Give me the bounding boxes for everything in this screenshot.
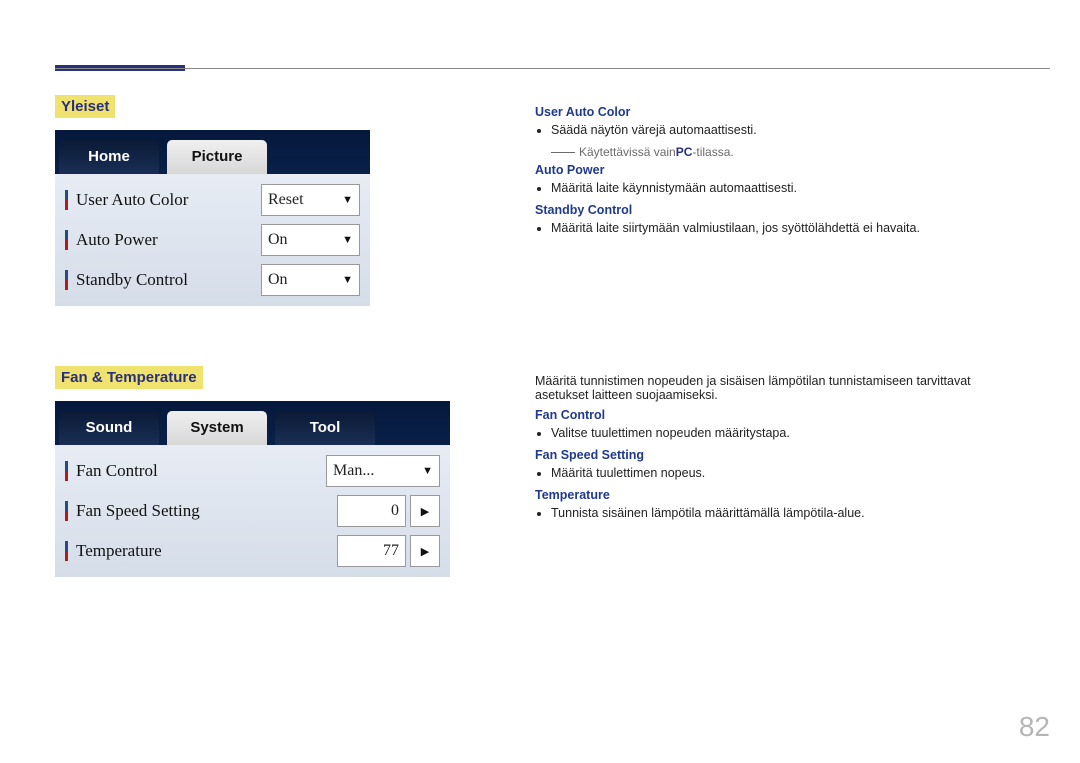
- note-dash-icon: [551, 152, 575, 153]
- tab-tool[interactable]: Tool: [275, 411, 375, 445]
- select-standby-control[interactable]: On ▼: [261, 264, 360, 296]
- row-auto-power: Auto Power On ▼: [55, 220, 370, 260]
- row-standby-control: Standby Control On ▼: [55, 260, 370, 300]
- chevron-down-icon: ▼: [342, 274, 353, 286]
- stepper-temperature[interactable]: ▶: [410, 535, 440, 567]
- row-fan-speed: Fan Speed Setting 0 ▶: [55, 491, 450, 531]
- select-value: On: [268, 231, 288, 249]
- device-screenshot-fan-temp: Sound System Tool Fan Control Man... ▼: [55, 401, 450, 577]
- stepper-fan-speed[interactable]: ▶: [410, 495, 440, 527]
- note-text-bold: PC: [676, 145, 693, 159]
- chevron-right-icon: ▶: [421, 545, 429, 558]
- label-fan-control: Fan Control: [76, 461, 326, 481]
- select-value: Reset: [268, 191, 304, 209]
- tab-picture[interactable]: Picture: [167, 140, 267, 174]
- label-fan-speed: Fan Speed Setting: [76, 501, 337, 521]
- input-value: 0: [391, 502, 399, 520]
- tab-home[interactable]: Home: [59, 140, 159, 174]
- device-screenshot-yleiset: Home Picture User Auto Color Reset ▼: [55, 130, 370, 306]
- bullet-fan-speed: Määritä tuulettimen nopeus.: [551, 466, 1025, 480]
- header-rule: [55, 68, 1050, 69]
- chevron-down-icon: ▼: [342, 234, 353, 246]
- chevron-down-icon: ▼: [342, 194, 353, 206]
- select-value: Man...: [333, 462, 374, 480]
- note-text-suffix: -tilassa.: [692, 145, 733, 159]
- row-user-auto-color: User Auto Color Reset ▼: [55, 180, 370, 220]
- bullet-fan-control: Valitse tuulettimen nopeuden määritystap…: [551, 426, 1025, 440]
- page-number: 82: [1019, 711, 1050, 743]
- row-indicator: [65, 461, 68, 481]
- note-user-auto-color: Käytettävissä vain PC -tilassa.: [551, 145, 1025, 159]
- bullet-standby-control: Määritä laite siirtymään valmiustilaan, …: [551, 221, 1025, 235]
- chevron-down-icon: ▼: [422, 465, 433, 477]
- bullet-user-auto-color: Säädä näytön värejä automaattisesti.: [551, 123, 1025, 137]
- row-fan-control: Fan Control Man... ▼: [55, 451, 450, 491]
- row-indicator: [65, 541, 68, 561]
- heading-fan-control: Fan Control: [535, 408, 1025, 422]
- chevron-right-icon: ▶: [421, 505, 429, 518]
- intro-fan-temp: Määritä tunnistimen nopeuden ja sisäisen…: [535, 374, 1025, 402]
- section1-title: Yleiset: [55, 95, 115, 118]
- select-value: On: [268, 271, 288, 289]
- input-value: 77: [383, 542, 399, 560]
- select-fan-control[interactable]: Man... ▼: [326, 455, 440, 487]
- heading-fan-speed: Fan Speed Setting: [535, 448, 1025, 462]
- row-indicator: [65, 190, 68, 210]
- row-temperature: Temperature 77 ▶: [55, 531, 450, 571]
- label-standby-control: Standby Control: [76, 270, 261, 290]
- select-user-auto-color[interactable]: Reset ▼: [261, 184, 360, 216]
- heading-standby-control: Standby Control: [535, 203, 1025, 217]
- select-auto-power[interactable]: On ▼: [261, 224, 360, 256]
- input-fan-speed[interactable]: 0: [337, 495, 406, 527]
- heading-user-auto-color: User Auto Color: [535, 105, 1025, 119]
- row-indicator: [65, 270, 68, 290]
- heading-temperature: Temperature: [535, 488, 1025, 502]
- note-text-prefix: Käytettävissä vain: [579, 145, 676, 159]
- bullet-auto-power: Määritä laite käynnistymään automaattise…: [551, 181, 1025, 195]
- bullet-temperature: Tunnista sisäinen lämpötila määrittämäll…: [551, 506, 1025, 520]
- input-temperature[interactable]: 77: [337, 535, 406, 567]
- label-auto-power: Auto Power: [76, 230, 261, 250]
- label-user-auto-color: User Auto Color: [76, 190, 261, 210]
- section2-title: Fan & Temperature: [55, 366, 203, 389]
- tab-sound[interactable]: Sound: [59, 411, 159, 445]
- heading-auto-power: Auto Power: [535, 163, 1025, 177]
- row-indicator: [65, 501, 68, 521]
- label-temperature: Temperature: [76, 541, 337, 561]
- row-indicator: [65, 230, 68, 250]
- tab-system[interactable]: System: [167, 411, 267, 445]
